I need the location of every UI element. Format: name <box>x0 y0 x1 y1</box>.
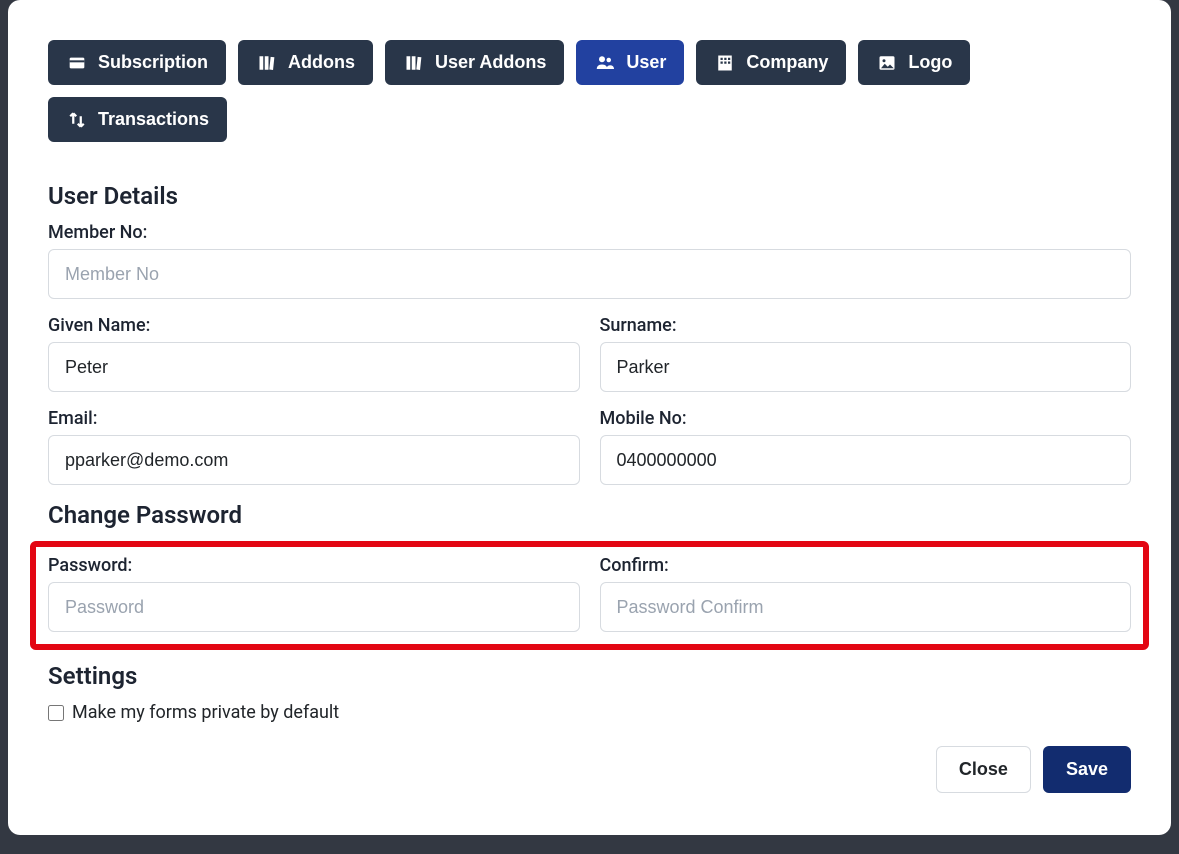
row-password: Password: Confirm: <box>48 555 1131 632</box>
tab-logo[interactable]: Logo <box>858 40 970 85</box>
section-title-settings: Settings <box>48 662 1131 690</box>
label-given-name: Given Name: <box>48 315 580 336</box>
tab-user-addons[interactable]: User Addons <box>385 40 564 85</box>
input-email[interactable] <box>48 435 580 485</box>
input-password[interactable] <box>48 582 580 632</box>
section-title-change-password: Change Password <box>48 501 1131 529</box>
row-member-no: Member No: <box>48 222 1131 299</box>
tab-bar: Subscription Addons User Addons User Com <box>48 40 1131 142</box>
tab-subscription[interactable]: Subscription <box>48 40 226 85</box>
tab-addons[interactable]: Addons <box>238 40 373 85</box>
label-email: Email: <box>48 408 580 429</box>
tab-label: Logo <box>908 52 952 73</box>
books-icon <box>256 53 278 73</box>
transfer-icon <box>66 110 88 130</box>
tab-label: User <box>626 52 666 73</box>
section-title-user-details: User Details <box>48 182 1131 210</box>
row-name: Given Name: Surname: <box>48 315 1131 392</box>
input-given-name[interactable] <box>48 342 580 392</box>
password-highlight-box: Password: Confirm: <box>30 541 1149 650</box>
users-icon <box>594 53 616 73</box>
label-mobile: Mobile No: <box>600 408 1132 429</box>
input-surname[interactable] <box>600 342 1132 392</box>
tab-transactions[interactable]: Transactions <box>48 97 227 142</box>
image-icon <box>876 53 898 73</box>
input-member-no[interactable] <box>48 249 1131 299</box>
label-private-forms: Make my forms private by default <box>72 702 339 723</box>
row-contact: Email: Mobile No: <box>48 408 1131 485</box>
label-surname: Surname: <box>600 315 1132 336</box>
card-icon <box>66 53 88 73</box>
footer-actions: Close Save <box>936 746 1131 793</box>
label-password: Password: <box>48 555 580 576</box>
save-button[interactable]: Save <box>1043 746 1131 793</box>
tab-user[interactable]: User <box>576 40 684 85</box>
tab-label: Subscription <box>98 52 208 73</box>
modal-dialog: Subscription Addons User Addons User Com <box>8 0 1171 835</box>
tab-label: User Addons <box>435 52 546 73</box>
label-confirm: Confirm: <box>600 555 1132 576</box>
tab-label: Transactions <box>98 109 209 130</box>
checkbox-private-forms[interactable] <box>48 705 64 721</box>
books-icon <box>403 53 425 73</box>
row-private-forms: Make my forms private by default <box>48 702 1131 723</box>
building-icon <box>714 53 736 73</box>
tab-label: Addons <box>288 52 355 73</box>
input-mobile[interactable] <box>600 435 1132 485</box>
label-member-no: Member No: <box>48 222 1131 243</box>
tab-label: Company <box>746 52 828 73</box>
tab-company[interactable]: Company <box>696 40 846 85</box>
input-password-confirm[interactable] <box>600 582 1132 632</box>
close-button[interactable]: Close <box>936 746 1031 793</box>
